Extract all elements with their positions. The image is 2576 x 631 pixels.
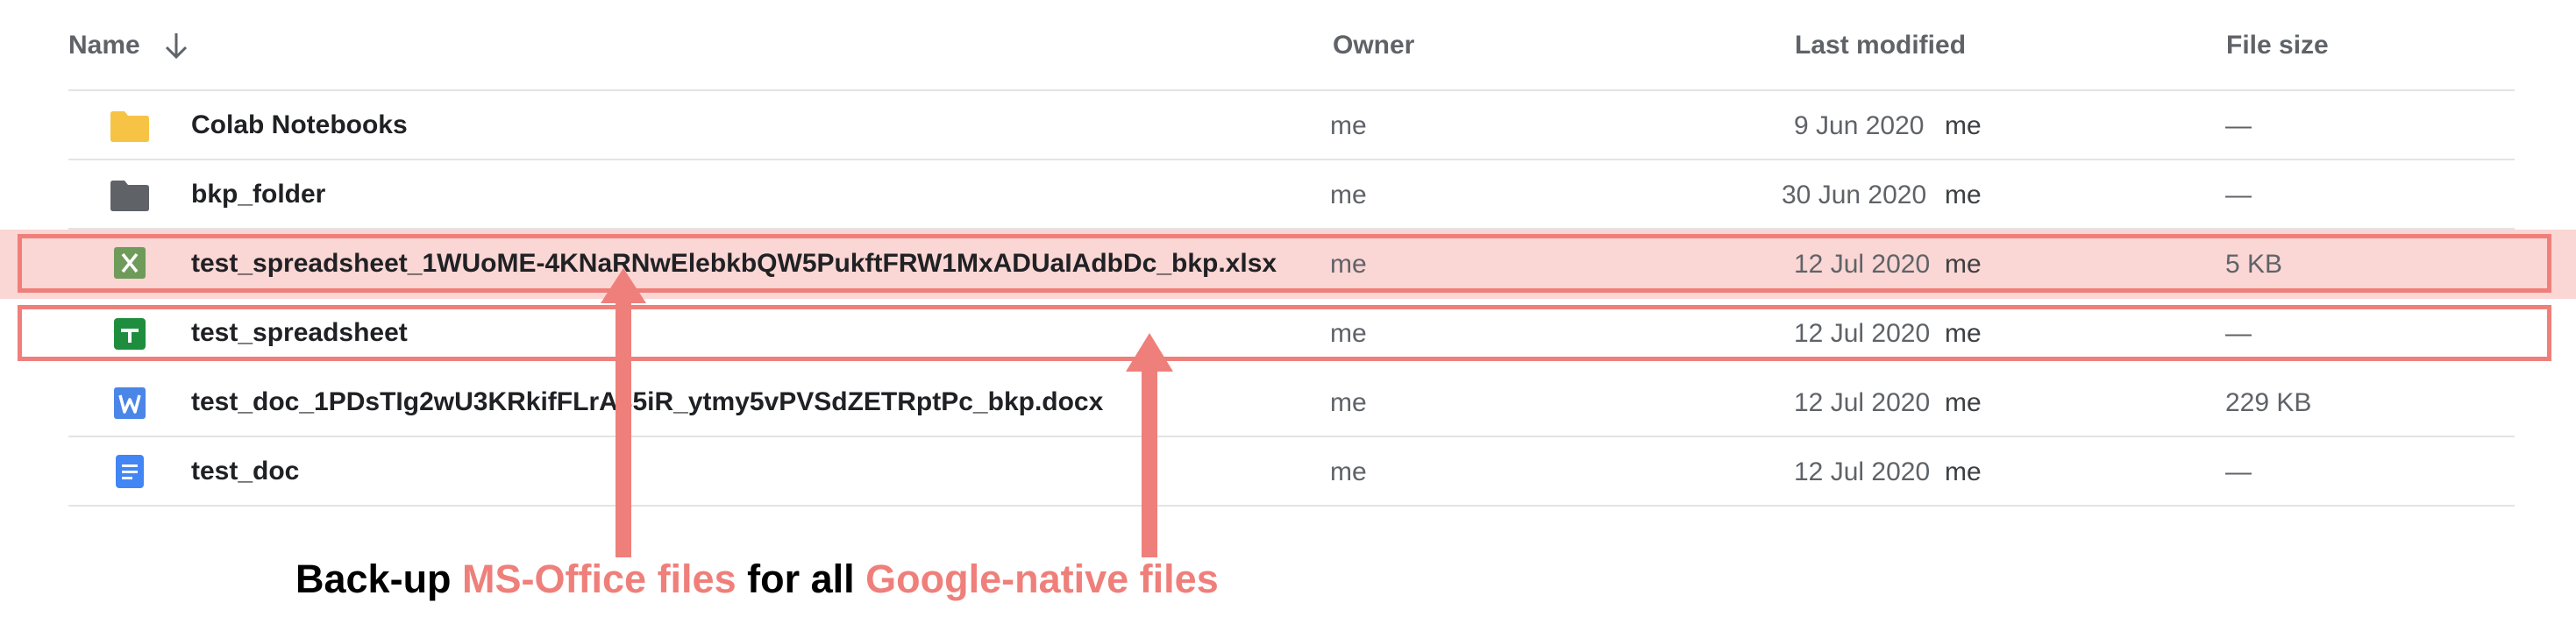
caption-accent-google-native: Google-native files — [865, 557, 1219, 601]
column-header-name[interactable]: Name — [68, 30, 189, 61]
file-owner: me — [1330, 457, 1367, 486]
file-row-bkp-folder[interactable]: bkp_folder me 30 Jun 2020 me — — [0, 160, 2576, 230]
file-owner: me — [1330, 111, 1367, 140]
file-size: — — [2225, 181, 2252, 209]
file-modified-by: me — [1945, 181, 1982, 209]
folder-yellow-icon — [109, 109, 151, 144]
column-header-owner[interactable]: Owner — [1333, 30, 1414, 61]
column-header-name-label: Name — [68, 31, 140, 60]
annotation-box-google-native — [18, 305, 2551, 361]
annotation-arrow-up-icon — [601, 268, 646, 557]
file-name: test_doc — [191, 457, 300, 486]
file-row-docx-backup[interactable]: test_doc_1PDsTIg2wU3KRkifFLrA35iR_ytmy5v… — [0, 368, 2576, 437]
word-file-icon — [112, 386, 147, 421]
file-name: Colab Notebooks — [191, 110, 408, 139]
column-header-last-modified[interactable]: Last modified — [1795, 30, 1966, 61]
caption-text: for all — [736, 557, 866, 601]
column-header-file-size[interactable]: File size — [2226, 30, 2329, 61]
annotation-box-office-backup — [18, 234, 2551, 293]
folder-gray-icon — [109, 178, 151, 213]
file-modified-date: 12 Jul 2020 — [1794, 388, 1931, 417]
file-row-colab-notebooks[interactable]: Colab Notebooks me 9 Jun 2020 me — — [0, 91, 2576, 160]
arrow-down-icon[interactable] — [163, 30, 189, 61]
file-size: — — [2225, 111, 2252, 140]
file-owner: me — [1330, 388, 1367, 417]
file-modified-by: me — [1945, 111, 1982, 140]
file-size: — — [2225, 457, 2252, 486]
file-name: bkp_folder — [191, 180, 326, 209]
annotation-arrow-up-icon — [1126, 333, 1173, 557]
file-list-header: Name Owner Last modified File size — [0, 0, 2576, 91]
file-modified-date: 9 Jun 2020 — [1794, 111, 1925, 140]
file-owner: me — [1330, 181, 1367, 209]
caption-accent-ms-office: MS-Office files — [462, 557, 737, 601]
file-modified-by: me — [1945, 388, 1982, 417]
file-size: 229 KB — [2225, 388, 2312, 417]
file-modified-date: 12 Jul 2020 — [1794, 457, 1931, 486]
annotation-caption: Back-up MS-Office files for all Google-n… — [295, 555, 1219, 604]
file-modified-by: me — [1945, 457, 1982, 486]
caption-text: Back-up — [295, 557, 463, 601]
file-row-test-doc[interactable]: test_doc me 12 Jul 2020 me — — [0, 437, 2576, 507]
google-docs-icon — [114, 453, 146, 490]
row-divider — [68, 505, 2515, 507]
file-modified-date: 30 Jun 2020 — [1782, 181, 1927, 209]
